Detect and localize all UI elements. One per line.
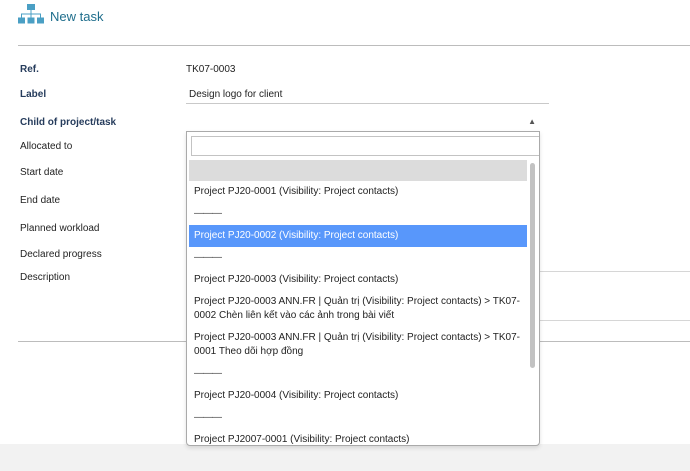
ref-value: TK07-0003	[186, 64, 236, 75]
declared-progress-label: Declared progress	[20, 249, 102, 260]
dropdown-option[interactable]: Project PJ20-0003 (Visibility: Project c…	[189, 269, 527, 291]
divider	[18, 45, 690, 46]
dropdown-option-selected[interactable]: Project PJ20-0002 (Visibility: Project c…	[189, 225, 527, 247]
dropdown-option[interactable]: Project PJ2007-0001 (Visibility: Project…	[189, 429, 527, 445]
dropdown-option[interactable]: Project PJ20-0004 (Visibility: Project c…	[189, 385, 527, 407]
label-label: Label	[20, 89, 47, 100]
planned-workload-label: Planned workload	[20, 223, 100, 234]
description-editor-border	[540, 320, 690, 321]
page-title: New task	[50, 8, 104, 24]
allocated-to-label: Allocated to	[20, 141, 73, 152]
description-label: Description	[20, 272, 71, 283]
dropdown-option[interactable]: Project PJ20-0001 (Visibility: Project c…	[189, 181, 527, 203]
child-of-label: Child of project/task	[20, 117, 117, 128]
page-footer-area	[0, 444, 690, 471]
dropdown-option[interactable]	[189, 160, 527, 181]
ref-label: Ref.	[20, 64, 39, 75]
hierarchy-icon	[18, 3, 44, 30]
chevron-up-icon[interactable]: ▲	[528, 117, 536, 126]
dropdown-separator: ———	[194, 412, 222, 423]
dropdown-options: Project PJ20-0001 (Visibility: Project c…	[189, 160, 527, 445]
dropdown-scrollbar[interactable]	[530, 163, 535, 368]
end-date-label: End date	[20, 195, 61, 206]
page-header: New task	[18, 3, 104, 30]
dropdown-separator: ———	[194, 368, 222, 379]
dropdown-separator: ———	[194, 208, 222, 219]
start-date-label: Start date	[20, 167, 64, 178]
dropdown-search-input[interactable]	[191, 136, 539, 156]
child-of-select[interactable]: ▲	[186, 113, 546, 131]
child-of-dropdown[interactable]: Project PJ20-0001 (Visibility: Project c…	[186, 131, 540, 446]
dropdown-separator: ———	[194, 252, 222, 263]
description-editor-border	[540, 271, 690, 272]
dropdown-option[interactable]: Project PJ20-0003 ANN.FR | Quản trị (Vis…	[189, 327, 527, 363]
dropdown-option[interactable]: Project PJ20-0003 ANN.FR | Quản trị (Vis…	[189, 291, 527, 327]
label-input[interactable]	[186, 85, 549, 104]
